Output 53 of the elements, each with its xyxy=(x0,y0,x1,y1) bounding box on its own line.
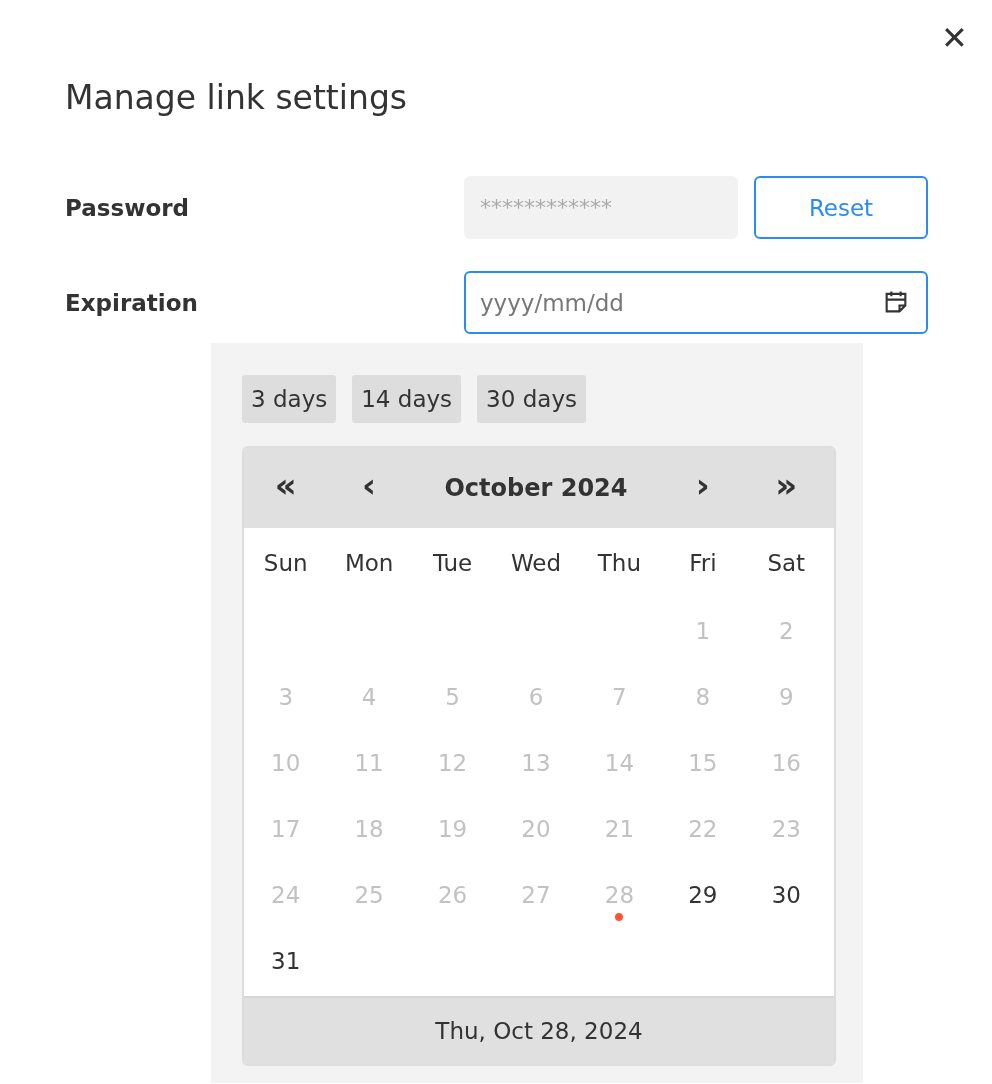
calendar-day: 10 xyxy=(244,730,328,796)
quick-range-button[interactable]: 3 days xyxy=(242,375,337,423)
calendar-day: 3 xyxy=(244,664,328,730)
calendar-day: 7 xyxy=(577,664,662,730)
previous-year-button[interactable]: « xyxy=(262,465,309,511)
weekday-label: Mon xyxy=(343,549,395,578)
calendar-day: 6 xyxy=(494,664,578,730)
calendar-day: 8 xyxy=(661,664,745,730)
calendar-day[interactable]: 29 xyxy=(661,862,745,928)
weekday-label: Fri xyxy=(688,549,718,578)
next-month-button[interactable]: › xyxy=(679,465,726,511)
calendar-day: 20 xyxy=(494,796,578,862)
weekday-label: Sat xyxy=(766,549,807,578)
calendar-day: 1 xyxy=(661,598,745,664)
calendar-day: 21 xyxy=(577,796,662,862)
calendar-day: 11 xyxy=(327,730,411,796)
calendar-day: 4 xyxy=(327,664,411,730)
calendar-day: 2 xyxy=(744,598,828,664)
calendar-day: 28 xyxy=(577,862,662,928)
calendar-day: 5 xyxy=(410,664,495,730)
weekday-label: Sun xyxy=(262,549,309,578)
password-field[interactable]: ************ xyxy=(464,176,738,239)
calendar-day: 12 xyxy=(410,730,495,796)
calendar-day: 19 xyxy=(410,796,495,862)
calendar-day: 13 xyxy=(494,730,578,796)
month-title: October 2024 xyxy=(443,474,629,502)
calendar-day: 24 xyxy=(244,862,328,928)
calendar-day: 27 xyxy=(494,862,578,928)
weekday-label: Wed xyxy=(509,549,563,578)
calendar-day: 25 xyxy=(327,862,411,928)
dialog-title: Manage link settings xyxy=(65,77,409,119)
calendar-day: 22 xyxy=(661,796,745,862)
calendar-day: 18 xyxy=(327,796,411,862)
calendar-day: 17 xyxy=(244,796,328,862)
calendar-day[interactable]: 30 xyxy=(744,862,828,928)
calendar-day: 9 xyxy=(744,664,828,730)
expiration-label: Expiration xyxy=(65,289,199,316)
selected-date-footer: Thu, Oct 28, 2024 xyxy=(244,996,834,1064)
quick-range-button[interactable]: 30 days xyxy=(477,375,586,423)
next-year-button[interactable]: » xyxy=(763,465,810,511)
calendar-day[interactable]: 31 xyxy=(244,928,328,994)
password-label: Password xyxy=(65,194,190,221)
weekday-label: Tue xyxy=(431,549,474,578)
weekday-label: Thu xyxy=(596,549,643,578)
calendar-day: 23 xyxy=(744,796,828,862)
previous-month-button[interactable]: ‹ xyxy=(346,465,393,511)
date-field[interactable]: yyyy/mm/dd xyxy=(464,271,928,334)
calendar-day: 14 xyxy=(577,730,662,796)
close-button[interactable]: ✕ xyxy=(941,22,968,54)
calendar-day: 26 xyxy=(410,862,495,928)
calendar-day: 15 xyxy=(661,730,745,796)
quick-range-button[interactable]: 14 days xyxy=(352,375,462,423)
calendar-day: 16 xyxy=(744,730,828,796)
